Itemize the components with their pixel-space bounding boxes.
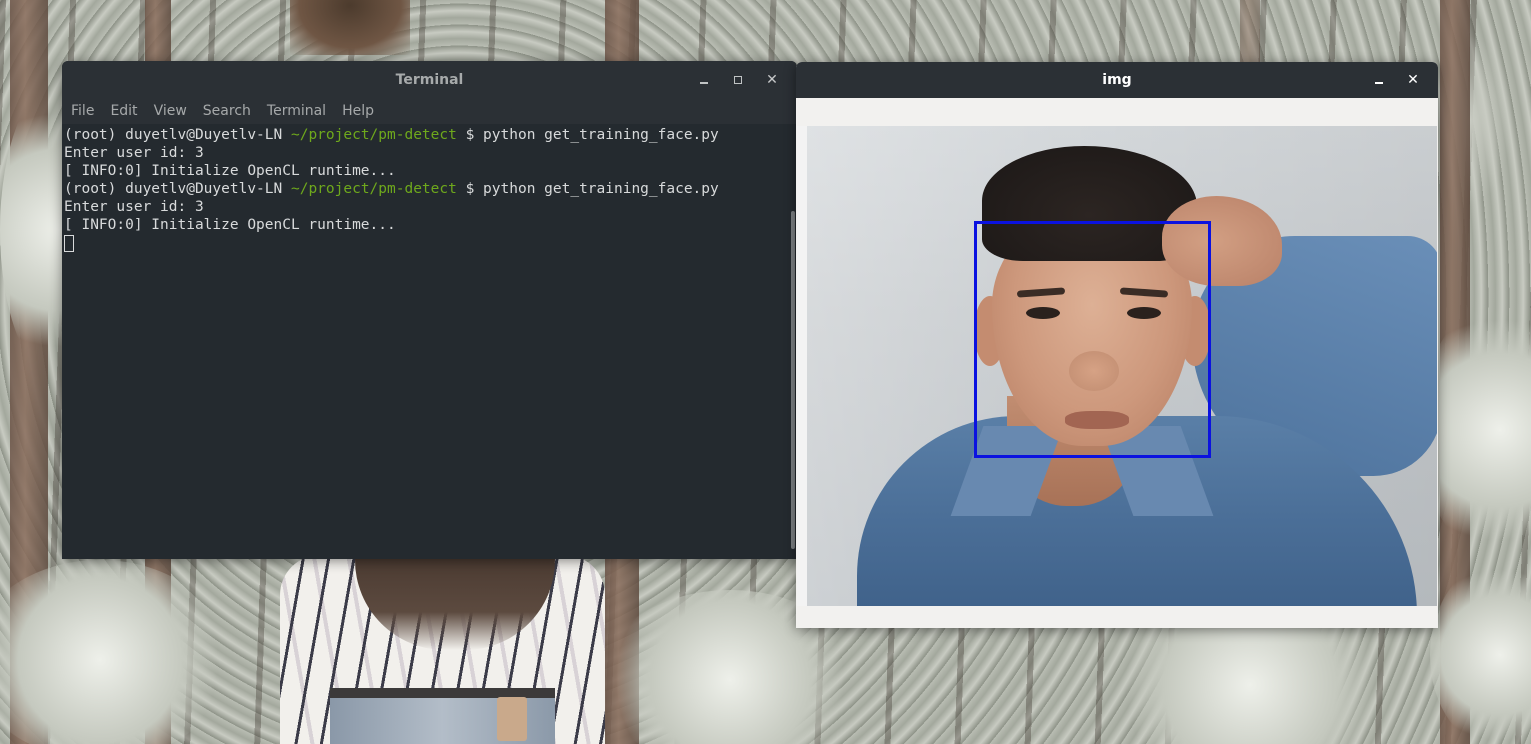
img-window-controls: ✕ [1362, 62, 1430, 98]
terminal-title: Terminal [395, 71, 464, 88]
prompt-command: $ python get_training_face.py [456, 127, 719, 143]
menu-terminal[interactable]: Terminal [267, 103, 326, 119]
camera-edge [797, 126, 807, 606]
close-icon: ✕ [766, 71, 778, 88]
prompt-path: ~/project/pm-detect [290, 181, 457, 198]
close-icon: ✕ [1407, 72, 1419, 88]
terminal-menubar: File Edit View Search Terminal Help [62, 98, 797, 124]
terminal-window-controls: ✕ [687, 61, 789, 98]
menu-file[interactable]: File [71, 103, 94, 119]
terminal-minimize-button[interactable] [687, 61, 721, 98]
wallpaper-person-patch [497, 697, 527, 741]
menu-edit[interactable]: Edit [110, 103, 137, 119]
terminal-output[interactable]: (root) duyetlv@Duyetlv-LN ~/project/pm-d… [62, 124, 787, 559]
maximize-icon [734, 75, 742, 84]
menu-search[interactable]: Search [203, 103, 251, 119]
prompt-command: $ python get_training_face.py [456, 181, 719, 198]
img-bottom-area [796, 606, 1438, 628]
prompt-path: ~/project/pm-detect [290, 127, 457, 143]
terminal-close-button[interactable]: ✕ [755, 61, 789, 98]
foliage [0, 560, 230, 744]
img-toolbar-area [796, 98, 1438, 126]
terminal-scrollbar[interactable] [791, 211, 795, 549]
terminal-maximize-button[interactable] [721, 61, 755, 98]
terminal-line: [ INFO:0] Initialize OpenCL runtime... [64, 217, 396, 234]
terminal-line: Enter user id: 3 [64, 199, 204, 216]
prompt-user-host: (root) duyetlv@Duyetlv-LN [64, 127, 291, 143]
terminal-line: [ INFO:0] Initialize OpenCL runtime... [64, 163, 396, 180]
img-title: img [1102, 72, 1132, 88]
img-titlebar[interactable]: img ✕ [796, 62, 1438, 98]
terminal-line: (root) duyetlv@Duyetlv-LN ~/project/pm-d… [64, 126, 787, 144]
prompt-user-host: (root) duyetlv@Duyetlv-LN [64, 181, 291, 198]
face-detection-box [974, 221, 1211, 458]
img-window[interactable]: img ✕ [796, 62, 1438, 628]
camera-image [797, 126, 1437, 606]
wallpaper-person-hair-top [290, 0, 410, 55]
img-minimize-button[interactable] [1362, 62, 1396, 99]
terminal-line: Enter user id: 3 [64, 145, 204, 162]
terminal-cursor-line [64, 234, 787, 253]
menu-help[interactable]: Help [342, 103, 374, 119]
minimize-icon [1375, 82, 1383, 84]
img-close-button[interactable]: ✕ [1396, 62, 1430, 99]
menu-view[interactable]: View [154, 103, 187, 119]
terminal-titlebar[interactable]: Terminal ✕ [62, 61, 797, 98]
terminal-line: (root) duyetlv@Duyetlv-LN ~/project/pm-d… [64, 180, 787, 198]
terminal-window[interactable]: Terminal ✕ File Edit View Search Termina… [62, 61, 797, 559]
minimize-icon [700, 81, 708, 84]
text-cursor [64, 234, 74, 252]
